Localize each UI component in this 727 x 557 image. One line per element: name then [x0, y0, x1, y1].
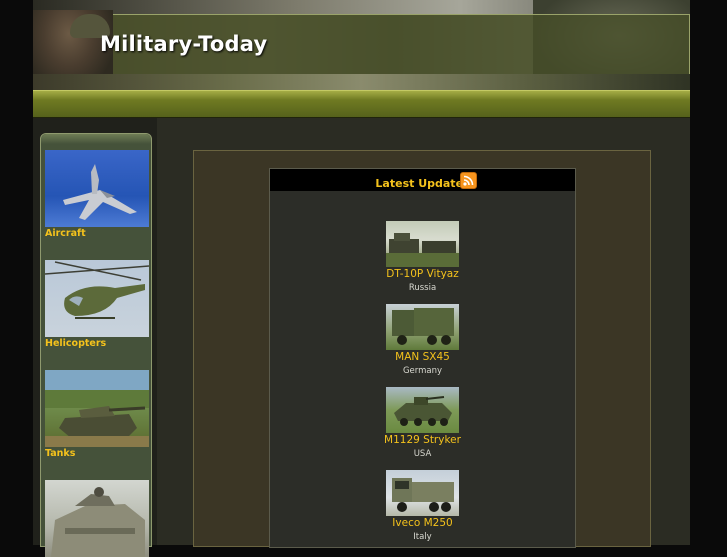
site-title[interactable]: Military-Today [100, 32, 267, 56]
category-label[interactable]: Aircraft [45, 227, 149, 240]
update-name[interactable]: M1129 Stryker [370, 434, 475, 446]
aircraft-image[interactable] [45, 150, 149, 227]
helicopter-image[interactable] [45, 260, 149, 337]
category-sidebar: Aircraft Helicopters Tanks [40, 133, 152, 557]
category-armored-vehicle[interactable] [45, 480, 149, 557]
update-item[interactable]: Iveco M250 Italy [370, 470, 475, 543]
category-tanks[interactable]: Tanks [45, 370, 149, 460]
update-name[interactable]: Iveco M250 [370, 517, 475, 529]
rss-icon[interactable] [460, 172, 477, 189]
category-label[interactable]: Helicopters [45, 337, 149, 350]
category-helicopters[interactable]: Helicopters [45, 260, 149, 350]
update-thumbnail[interactable] [386, 470, 459, 516]
update-country: Russia [408, 283, 437, 293]
navigation-bar [33, 90, 690, 119]
header-banner: Military-Today [33, 0, 690, 90]
update-name[interactable]: DT-10P Vityaz [370, 268, 475, 280]
update-country: USA [413, 449, 432, 459]
latest-updates-title: Latest Updates [375, 177, 470, 190]
latest-updates-panel: Latest Updates DT-10P Vityaz Russia MAN … [269, 168, 576, 548]
update-country: Italy [413, 532, 432, 542]
category-aircraft[interactable]: Aircraft [45, 150, 149, 240]
update-item[interactable]: DT-10P Vityaz Russia [370, 221, 475, 294]
update-thumbnail[interactable] [386, 387, 459, 433]
update-item[interactable]: M1129 Stryker USA [370, 387, 475, 460]
category-label[interactable]: Tanks [45, 447, 149, 460]
page: Military-Today Aircraft Helicopters Tank… [33, 0, 690, 557]
latest-updates-header: Latest Updates [270, 169, 575, 191]
update-country: Germany [402, 366, 443, 376]
update-item[interactable]: MAN SX45 Germany [370, 304, 475, 377]
update-thumbnail[interactable] [386, 221, 459, 267]
update-name[interactable]: MAN SX45 [370, 351, 475, 363]
main-content: Latest Updates DT-10P Vityaz Russia MAN … [193, 150, 651, 548]
update-thumbnail[interactable] [386, 304, 459, 350]
armored-vehicle-image[interactable] [45, 480, 149, 557]
tank-image[interactable] [45, 370, 149, 447]
